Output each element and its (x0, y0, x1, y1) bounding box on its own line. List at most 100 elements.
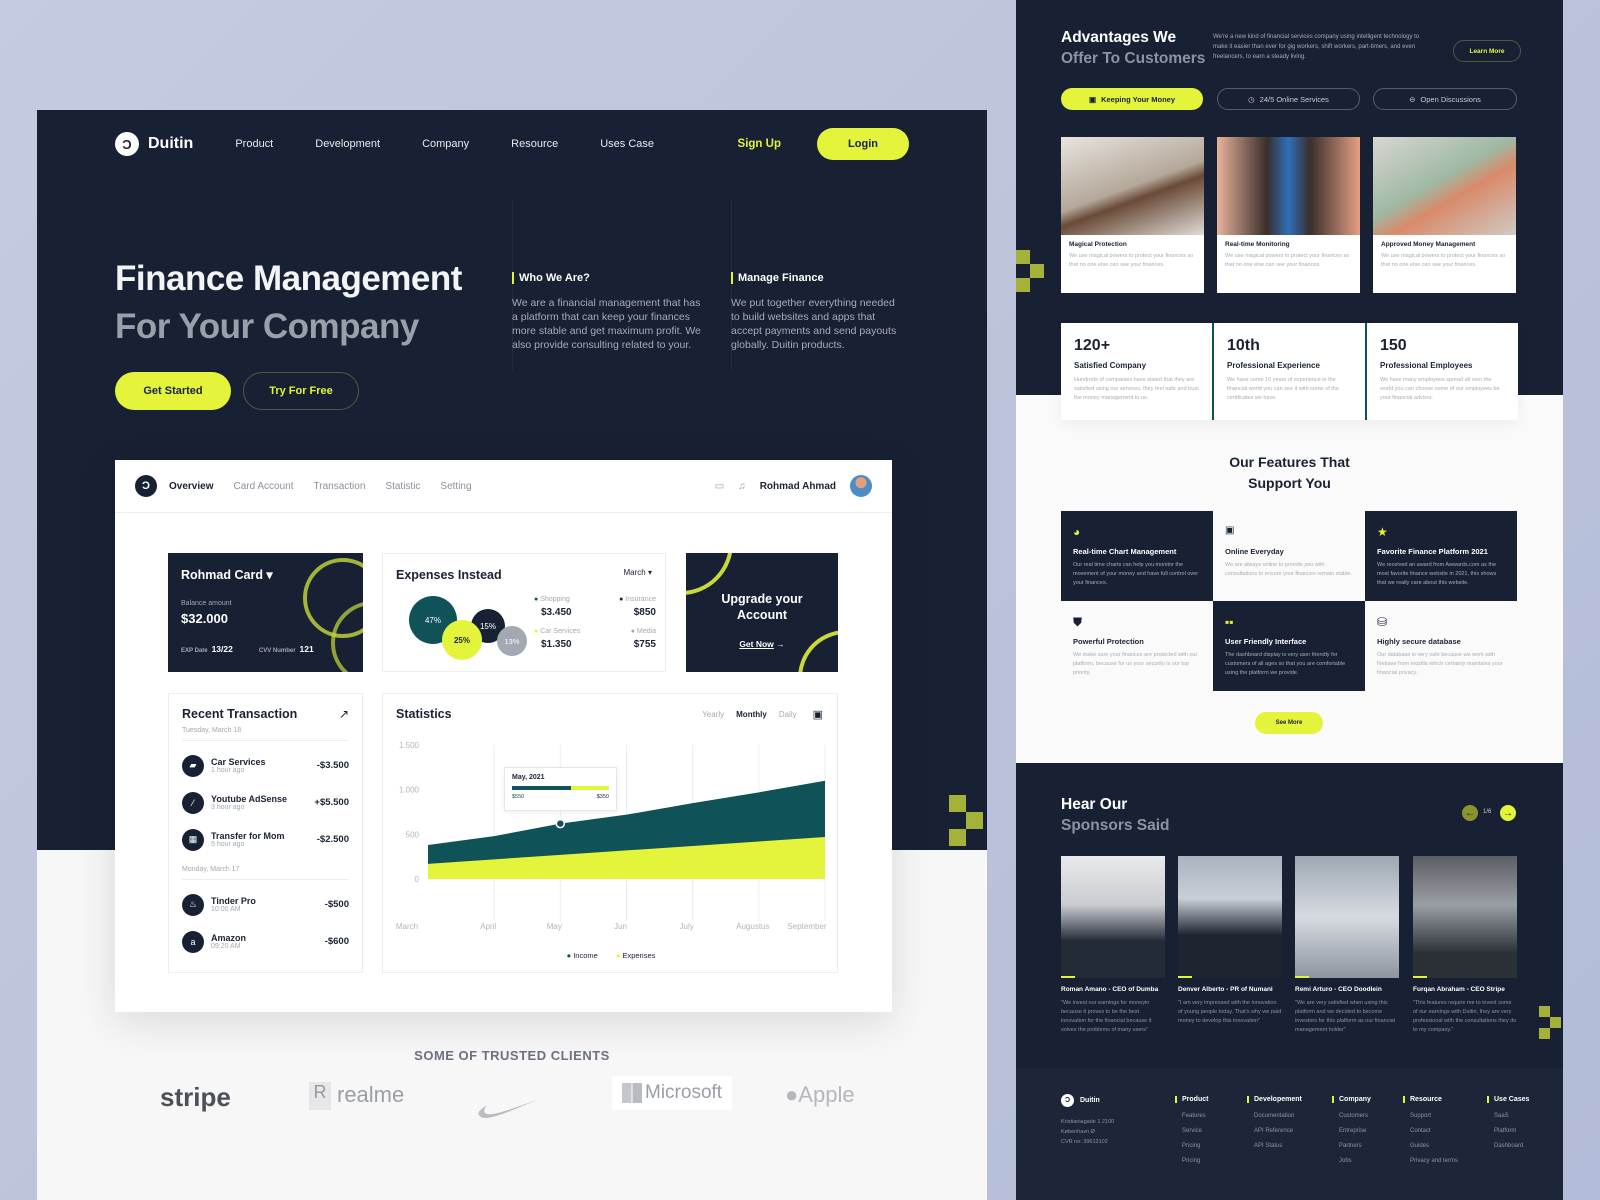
card-decor-arcs (303, 558, 363, 672)
grid-icon: ▪▪ (1225, 615, 1234, 629)
statistics-card: Statistics Yearly Monthly Daily ▣ March A… (382, 693, 838, 973)
transaction-row[interactable]: ▰ Car Services 1 hour ago -$3.500 (182, 747, 349, 784)
next-arrow-button[interactable]: → (1500, 805, 1516, 821)
sponsor-card: Denver Alberto - PR of Numani "I am very … (1178, 856, 1282, 1026)
client-logo-microsoft: Microsoft (612, 1076, 733, 1110)
statistics-chart: March April May Jun July Augustus September 1.5… (396, 741, 827, 931)
x-tick-label: Jun (614, 922, 627, 931)
phone-photo (1217, 137, 1360, 235)
apple-icon: ● (785, 1082, 799, 1107)
bubble-car-services: 25% (442, 620, 482, 660)
advantage-card[interactable]: Magical Protection We use magical powers … (1061, 137, 1204, 293)
decor-square (966, 812, 983, 829)
manage-text: We put together everything needed to bui… (731, 297, 897, 351)
shield-icon: ⛊ (1073, 615, 1083, 629)
y-tick-label: 0 (415, 875, 420, 884)
adsense-icon: ⁄ (182, 791, 204, 814)
tab-setting[interactable]: Setting (440, 481, 471, 492)
see-more-button[interactable]: See More (1255, 712, 1323, 734)
x-tick-label: May (547, 922, 562, 931)
dashboard-logo-icon[interactable]: Ɔ (135, 475, 157, 497)
clients-title: SOME OF TRUSTED CLIENTS (414, 1048, 610, 1063)
pill-open-discussions[interactable]: ⊖ Open Discussions (1373, 88, 1517, 110)
arrow-right-icon: → (776, 639, 785, 649)
decor-square (949, 795, 966, 812)
tab-overview[interactable]: Overview (169, 481, 213, 492)
pill-keeping-money[interactable]: ▣ Keeping Your Money (1061, 88, 1203, 110)
feature-card: ⛊ Powerful Protection We make sure your fi… (1061, 601, 1213, 691)
month-dropdown[interactable]: March ▾ (624, 568, 652, 582)
decor-square (1016, 278, 1030, 292)
manage-title: Manage Finance (731, 272, 906, 284)
expenses-title: Expenses Instead (396, 568, 502, 582)
nav-uses-case[interactable]: Uses Case (600, 138, 654, 150)
nav-resource[interactable]: Resource (511, 138, 558, 150)
legend-car-services: ● Car Services $1.350 (534, 628, 581, 650)
sponsor-photo (1295, 856, 1399, 978)
pill-online-services[interactable]: ◷ 24/5 Online Services (1217, 88, 1360, 110)
recent-title: Recent Transaction (182, 707, 298, 721)
learn-more-button[interactable]: Learn More (1453, 40, 1521, 62)
tx-group-2: ♨ Tinder Pro 10:00 AM -$500 a Amazon 09:20 AM… (182, 879, 349, 960)
feature-card: ▣ Online Everyday We are always online to … (1225, 525, 1352, 577)
prev-arrow-button[interactable]: ← (1462, 805, 1478, 821)
sponsor-photo (1178, 856, 1282, 978)
get-started-button[interactable]: Get Started (115, 372, 231, 410)
brand-logo[interactable]: Ɔ Duitin (115, 132, 193, 156)
period-yearly[interactable]: Yearly (702, 710, 724, 719)
advantage-card[interactable]: Approved Money Management We use magical … (1373, 137, 1516, 293)
tab-statistic[interactable]: Statistic (385, 481, 420, 492)
tab-transaction[interactable]: Transaction (314, 481, 366, 492)
nav-product[interactable]: Product (235, 138, 273, 150)
y-tick-label: 1.000 (399, 786, 420, 795)
advantage-card[interactable]: Real-time Monitoring We use magical power… (1217, 137, 1360, 293)
hero-title-line2: For Your Company (115, 307, 419, 346)
pie-chart-icon: ◕ (1073, 525, 1081, 539)
who-we-are: Who We Are? We are a financial management… (512, 272, 702, 352)
fire-icon: ♨ (182, 893, 204, 916)
transaction-row[interactable]: ♨ Tinder Pro 10:00 AM -$500 (182, 886, 349, 923)
sponsor-page-indicator: 1/6 (1483, 809, 1492, 815)
legend-expenses: ● Expenses (615, 951, 656, 960)
amazon-icon: a (182, 930, 204, 953)
bank-card[interactable]: Rohmad Card ▾ Balance amount $32.000 EXP… (168, 553, 363, 672)
login-button[interactable]: Login (817, 128, 909, 160)
nav-company[interactable]: Company (422, 138, 469, 150)
tooltip-bar (512, 786, 609, 790)
transaction-row[interactable]: a Amazon 09:20 AM -$600 (182, 923, 349, 960)
exp-label: EXP Date (181, 648, 208, 654)
dashboard-preview: Ɔ Overview Card Account Transaction Stat… (115, 460, 892, 1012)
calendar-icon: ▣ (1225, 525, 1235, 536)
sponsor-card: Roman Amano - CEO of Dumba "We invest our… (1061, 856, 1165, 1035)
upgrade-title: Upgrade your Account (721, 592, 803, 622)
expand-arrow-icon[interactable]: ↗ (339, 707, 349, 721)
decor-square (1539, 1006, 1550, 1017)
bell-icon[interactable]: ♫ (738, 481, 746, 492)
features-title: Our Features That Support You (1229, 454, 1350, 491)
chart-legend: ● Income ● Expenses (383, 951, 839, 960)
signup-link[interactable]: Sign Up (738, 138, 781, 150)
tooltip-income: $550 (512, 794, 525, 800)
who-text: We are a financial management that has a… (512, 297, 701, 351)
nav-development[interactable]: Development (315, 138, 380, 150)
y-tick-label: 500 (406, 830, 420, 839)
legend-income: ● Income (566, 951, 598, 960)
sponsor-photo (1413, 856, 1517, 978)
sponsors-title: Hear Our Sponsors Said (1061, 796, 1170, 834)
tab-card-account[interactable]: Card Account (233, 481, 293, 492)
message-icon[interactable]: ▭ (715, 481, 724, 492)
period-monthly[interactable]: Monthly (736, 710, 767, 719)
transaction-row[interactable]: ⁄ Youtube AdSense 3 hour ago +$5.500 (182, 784, 349, 821)
get-now-link[interactable]: Get Now → (686, 639, 838, 649)
period-daily[interactable]: Daily (779, 710, 797, 719)
calendar-icon[interactable]: ▣ (813, 708, 823, 721)
feature-card: ▪▪ User Friendly Interface The dashboard d… (1213, 601, 1365, 691)
try-free-button[interactable]: Try For Free (243, 372, 359, 410)
transaction-row[interactable]: ▦ Transfer for Mom 5 hour ago -$2.500 (182, 821, 349, 858)
stats-panel: 120+ Satisfied Company Hundreds of compani… (1061, 323, 1518, 420)
bubble-media: 13% (497, 626, 527, 656)
legend-insurance: ● Insurance $850 (619, 596, 656, 618)
avatar[interactable] (850, 475, 872, 497)
stat-item: 10th Professional Experience We have some … (1212, 323, 1365, 420)
decor-square (1539, 1028, 1550, 1039)
